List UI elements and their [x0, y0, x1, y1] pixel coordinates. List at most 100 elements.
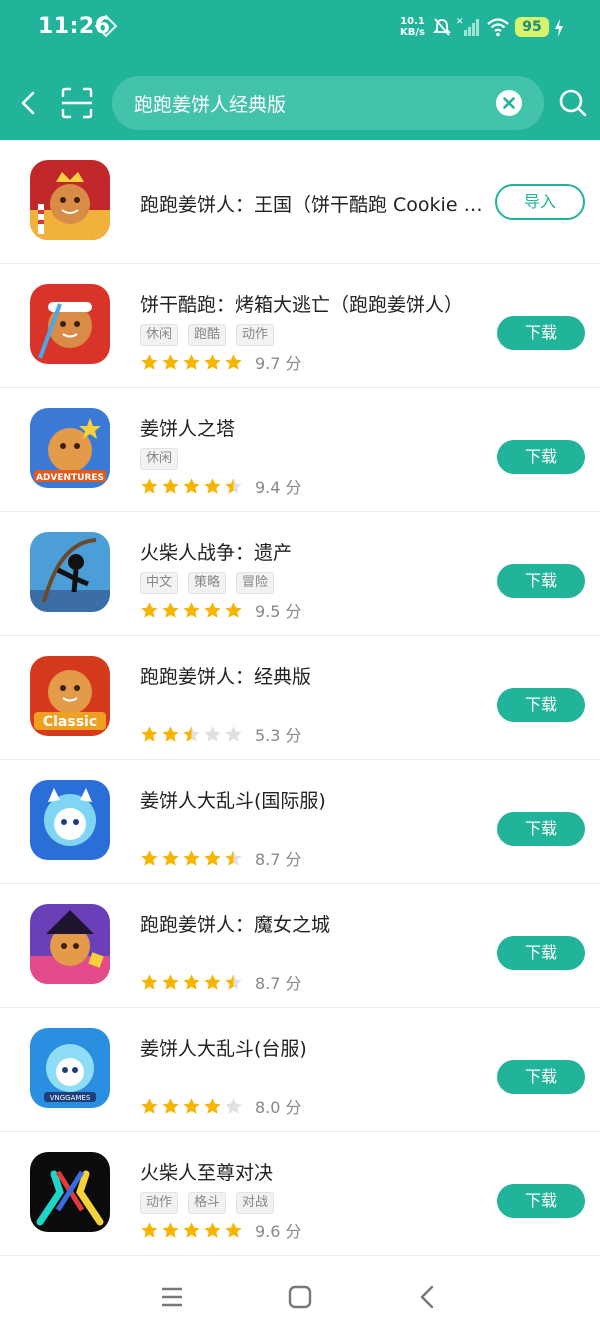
tag-list: 休闲 跑酷 动作: [140, 324, 275, 346]
app-name[interactable]: 姜饼人之塔: [140, 414, 235, 441]
star-rating: 8.0 分: [140, 1094, 302, 1118]
tag-list: 中文 策略 冒险: [140, 572, 275, 594]
star-full-icon: [162, 1097, 179, 1114]
app-row[interactable]: ADVENTURES 姜饼人之塔 休闲 9.4 分 下载: [0, 388, 600, 512]
cookie-classic-icon[interactable]: Classic: [30, 656, 110, 736]
app-row[interactable]: Classic 跑跑姜饼人：经典版 5.3 分 下载: [0, 636, 600, 760]
star-rating: 9.5 分: [140, 598, 302, 622]
tag: 跑酷: [188, 324, 227, 346]
system-nav-bar: [0, 1260, 600, 1333]
back-arrow-icon[interactable]: [14, 88, 42, 118]
star-full-icon: [141, 849, 158, 866]
app-name[interactable]: 姜饼人大乱斗(国际服): [140, 786, 326, 813]
svg-text:Classic: Classic: [43, 714, 97, 730]
star-full-icon: [204, 849, 221, 866]
download-button[interactable]: 下载: [497, 316, 585, 350]
charging-icon: [555, 19, 563, 37]
star-full-icon: [183, 973, 200, 990]
menu-icon[interactable]: [159, 1284, 185, 1310]
star-empty-icon: [225, 1097, 242, 1114]
svg-text:✕: ✕: [456, 17, 464, 27]
app-name[interactable]: 跑跑姜饼人：王国（饼干酷跑 Cookie Run: Kingdom）: [140, 190, 490, 217]
tag: 格斗: [188, 1192, 227, 1214]
download-button[interactable]: 下载: [497, 688, 585, 722]
star-full-icon: [162, 849, 179, 866]
app-row[interactable]: 跑跑姜饼人：王国（饼干酷跑 Cookie Run: Kingdom） 导入: [0, 140, 600, 264]
star-full-icon: [204, 973, 221, 990]
star-full-icon: [183, 601, 200, 618]
star-full-icon: [183, 1221, 200, 1238]
signal-icon: ✕: [456, 17, 479, 36]
star-half-icon: [225, 973, 242, 990]
home-icon[interactable]: [287, 1284, 313, 1310]
star-full-icon: [141, 477, 158, 494]
app-name[interactable]: 跑跑姜饼人：经典版: [140, 662, 311, 689]
app-name[interactable]: 饼干酷跑：烤箱大逃亡（跑跑姜饼人）: [140, 290, 463, 317]
star-full-icon: [183, 849, 200, 866]
star-full-icon: [183, 353, 200, 370]
search-icon[interactable]: [558, 88, 588, 118]
star-half-icon: [183, 725, 200, 742]
scan-icon[interactable]: [60, 86, 94, 120]
star-rating: 9.4 分: [140, 474, 302, 498]
download-button[interactable]: 下载: [497, 812, 585, 846]
cookie-witch-icon[interactable]: [30, 904, 110, 984]
app-name[interactable]: 火柴人至尊对决: [140, 1158, 273, 1185]
download-button[interactable]: 下载: [497, 936, 585, 970]
star-full-icon: [162, 601, 179, 618]
app-name[interactable]: 跑跑姜饼人：魔女之城: [140, 910, 330, 937]
cookie-kingdom-icon[interactable]: [30, 160, 110, 240]
stick-war-icon[interactable]: [30, 532, 110, 612]
rating-score: 8.0 分: [255, 1098, 302, 1117]
star-half-icon: [225, 849, 242, 866]
star-full-icon: [141, 973, 158, 990]
network-speed-unit: KB/s: [400, 27, 425, 38]
svg-text:ADVENTURES: ADVENTURES: [36, 473, 104, 483]
clear-search-button[interactable]: [496, 90, 522, 116]
rating-score: 8.7 分: [255, 850, 302, 869]
cookie-brawl-intl-icon[interactable]: [30, 780, 110, 860]
star-full-icon: [141, 1221, 158, 1238]
tag: 冒险: [236, 572, 275, 594]
cookie-tower-icon[interactable]: ADVENTURES: [30, 408, 110, 488]
star-full-icon: [204, 1221, 221, 1238]
battery-indicator: 95: [515, 17, 549, 37]
mute-bell-icon: [432, 18, 452, 36]
app-row[interactable]: 饼干酷跑：烤箱大逃亡（跑跑姜饼人） 休闲 跑酷 动作 9.7 分 下载: [0, 264, 600, 388]
star-full-icon: [162, 477, 179, 494]
svg-text:VNGGAMES: VNGGAMES: [50, 1094, 91, 1102]
stickman-supreme-icon[interactable]: [30, 1152, 110, 1232]
download-button[interactable]: 下载: [497, 564, 585, 598]
download-button[interactable]: 下载: [497, 440, 585, 474]
app-name[interactable]: 姜饼人大乱斗(台服): [140, 1034, 307, 1061]
app-row[interactable]: VNGGAMES 姜饼人大乱斗(台服) 8.0 分 下载: [0, 1008, 600, 1132]
rating-score: 5.3 分: [255, 726, 302, 745]
tag-list: 休闲: [140, 448, 179, 470]
star-rating: 5.3 分: [140, 722, 302, 746]
search-box[interactable]: [112, 76, 544, 130]
star-full-icon: [225, 601, 242, 618]
star-full-icon: [204, 353, 221, 370]
wifi-icon: [487, 18, 509, 37]
star-empty-icon: [204, 725, 221, 742]
search-input[interactable]: [134, 76, 494, 130]
star-full-icon: [183, 1097, 200, 1114]
cookie-brawl-tw-icon[interactable]: VNGGAMES: [30, 1028, 110, 1108]
tag: 对战: [236, 1192, 275, 1214]
star-half-icon: [225, 477, 242, 494]
star-full-icon: [141, 725, 158, 742]
star-full-icon: [204, 477, 221, 494]
star-full-icon: [162, 353, 179, 370]
cookie-ovenbreak-icon[interactable]: [30, 284, 110, 364]
download-button[interactable]: 下载: [497, 1060, 585, 1094]
app-name[interactable]: 火柴人战争：遗产: [140, 538, 292, 565]
rating-score: 9.5 分: [255, 602, 302, 621]
app-row[interactable]: 跑跑姜饼人：魔女之城 8.7 分 下载: [0, 884, 600, 1008]
import-button[interactable]: 导入: [495, 184, 585, 220]
app-row[interactable]: 火柴人至尊对决 动作 格斗 对战 9.6 分 下载: [0, 1132, 600, 1256]
back-icon[interactable]: [415, 1284, 441, 1310]
app-row[interactable]: 姜饼人大乱斗(国际服) 8.7 分 下载: [0, 760, 600, 884]
download-button[interactable]: 下载: [497, 1184, 585, 1218]
app-row[interactable]: 火柴人战争：遗产 中文 策略 冒险 9.5 分 下载: [0, 512, 600, 636]
star-rating: 9.6 分: [140, 1218, 302, 1242]
